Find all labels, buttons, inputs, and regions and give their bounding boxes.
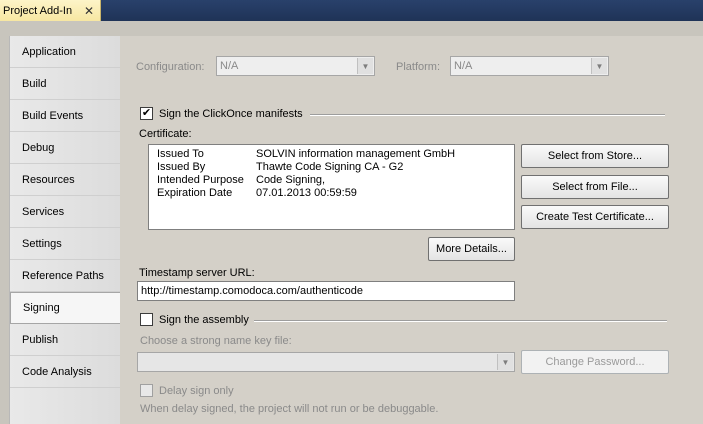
sidebar-item-label: Build bbox=[22, 77, 47, 90]
sidebar-item-build-events[interactable]: Build Events bbox=[10, 100, 121, 132]
cert-purpose-row: Intended Purpose Code Signing, bbox=[157, 174, 507, 187]
sidebar-item-label: Publish bbox=[22, 333, 59, 346]
tab-title: Project Add-In bbox=[3, 4, 73, 17]
sign-assembly-label: Sign the assembly bbox=[159, 314, 249, 326]
certificate-label: Certificate: bbox=[139, 128, 192, 140]
platform-label: Platform: bbox=[396, 61, 441, 73]
configuration-label: Configuration: bbox=[136, 61, 205, 73]
strong-name-label: Choose a strong name key file: bbox=[140, 335, 292, 347]
sidebar-item-build[interactable]: Build bbox=[10, 68, 121, 100]
signing-panel: Configuration: N/A ▼ Platform: N/A ▼ ✔ S… bbox=[120, 36, 703, 424]
sidebar-item-reference-paths[interactable]: Reference Paths bbox=[10, 260, 121, 292]
sign-assembly-checkbox[interactable] bbox=[140, 313, 153, 326]
sidebar-item-label: Signing bbox=[23, 302, 60, 314]
sidebar-item-application[interactable]: Application bbox=[10, 36, 121, 68]
configuration-value: N/A bbox=[220, 60, 239, 72]
cert-key: Expiration Date bbox=[157, 187, 233, 199]
delay-sign-label: Delay sign only bbox=[159, 385, 234, 397]
change-password-button[interactable]: Change Password... bbox=[521, 350, 669, 374]
configuration-dropdown[interactable]: N/A ▼ bbox=[216, 56, 375, 76]
sidebar-item-label: Code Analysis bbox=[22, 365, 92, 378]
chevron-down-icon: ▼ bbox=[357, 58, 373, 74]
sidebar-item-label: Services bbox=[22, 205, 65, 218]
select-from-store-button[interactable]: Select from Store... bbox=[521, 144, 669, 168]
sidebar-item-signing[interactable]: Signing bbox=[10, 292, 122, 324]
cert-value: Thawte Code Signing CA - G2 bbox=[256, 161, 404, 173]
select-from-file-button[interactable]: Select from File... bbox=[521, 175, 669, 199]
sign-clickonce-checkbox[interactable]: ✔ bbox=[140, 107, 153, 120]
delay-sign-checkbox[interactable] bbox=[140, 384, 153, 397]
cert-issued-by-row: Issued By Thawte Code Signing CA - G2 bbox=[157, 161, 507, 174]
sidebar-item-label: Resources bbox=[22, 173, 75, 186]
sidebar-item-label: Application bbox=[22, 45, 76, 58]
sidebar-item-publish[interactable]: Publish bbox=[10, 324, 121, 356]
close-icon[interactable]: ✕ bbox=[82, 4, 96, 18]
sidebar-item-code-analysis[interactable]: Code Analysis bbox=[10, 356, 121, 388]
platform-dropdown[interactable]: N/A ▼ bbox=[450, 56, 609, 76]
cert-value: Code Signing, bbox=[256, 174, 326, 186]
sidebar-item-services[interactable]: Services bbox=[10, 196, 121, 228]
cert-key: Issued By bbox=[157, 161, 206, 173]
sidebar-item-label: Debug bbox=[22, 141, 55, 154]
divider bbox=[254, 320, 667, 322]
more-details-button[interactable]: More Details... bbox=[428, 237, 515, 261]
sign-clickonce-label: Sign the ClickOnce manifests bbox=[159, 108, 303, 120]
sidebar: Application Build Build Events Debug Res… bbox=[9, 36, 122, 424]
timestamp-label: Timestamp server URL: bbox=[139, 267, 255, 279]
chevron-down-icon: ▼ bbox=[497, 354, 513, 370]
sidebar-item-settings[interactable]: Settings bbox=[10, 228, 121, 260]
platform-value: N/A bbox=[454, 60, 473, 72]
delay-sign-note: When delay signed, the project will not … bbox=[140, 403, 439, 415]
chevron-down-icon: ▼ bbox=[591, 58, 607, 74]
tab-project-add-in[interactable]: Project Add-In ✕ bbox=[0, 0, 101, 21]
certificate-details: Issued To SOLVIN information management … bbox=[148, 144, 515, 230]
cert-issued-to-row: Issued To SOLVIN information management … bbox=[157, 148, 507, 161]
sidebar-item-label: Settings bbox=[22, 237, 62, 250]
sidebar-item-label: Reference Paths bbox=[22, 269, 104, 282]
sidebar-item-label: Build Events bbox=[22, 109, 84, 122]
timestamp-url-value: http://timestamp.comodoca.com/authentico… bbox=[141, 285, 363, 297]
strong-name-key-dropdown[interactable]: ▼ bbox=[137, 352, 515, 372]
cert-expiration-row: Expiration Date 07.01.2013 00:59:59 bbox=[157, 187, 507, 200]
create-test-certificate-button[interactable]: Create Test Certificate... bbox=[521, 205, 669, 229]
cert-key: Intended Purpose bbox=[157, 174, 244, 186]
timestamp-url-input[interactable]: http://timestamp.comodoca.com/authentico… bbox=[137, 281, 515, 301]
cert-value: SOLVIN information management GmbH bbox=[256, 148, 456, 160]
cert-value: 07.01.2013 00:59:59 bbox=[256, 187, 357, 199]
sidebar-item-debug[interactable]: Debug bbox=[10, 132, 121, 164]
divider bbox=[310, 114, 665, 116]
sidebar-item-resources[interactable]: Resources bbox=[10, 164, 121, 196]
cert-key: Issued To bbox=[157, 148, 204, 160]
checkmark-icon: ✔ bbox=[141, 107, 152, 119]
title-bar bbox=[0, 0, 703, 21]
